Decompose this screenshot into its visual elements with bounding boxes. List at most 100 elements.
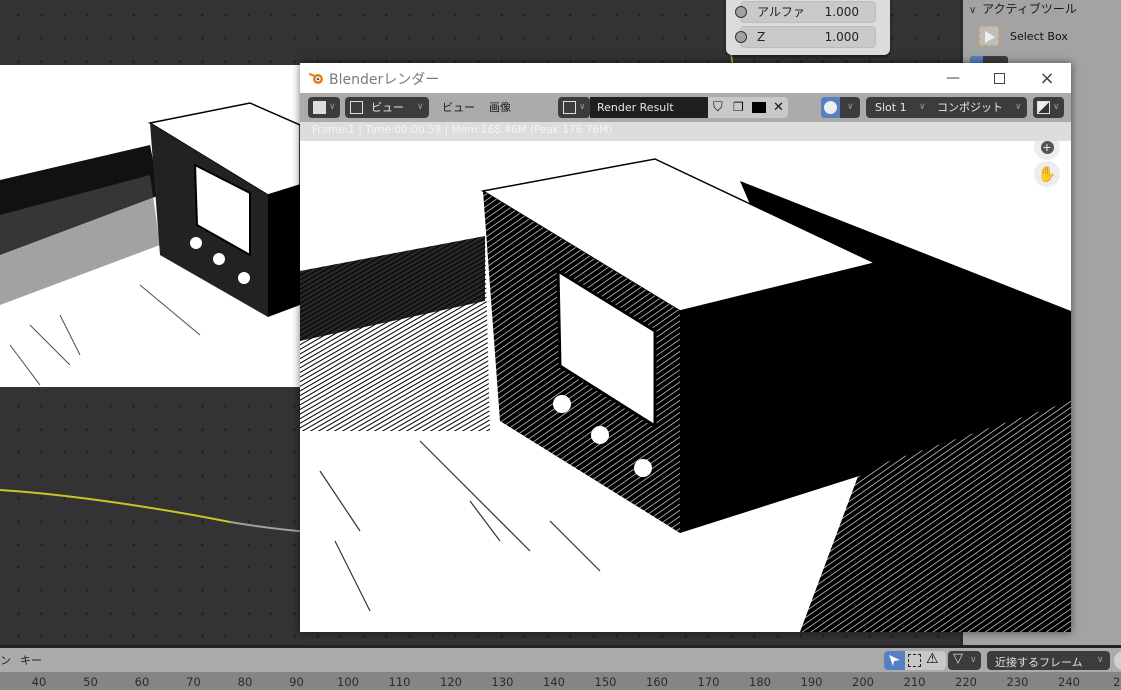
node-link bbox=[0, 489, 310, 533]
maximize-icon bbox=[993, 72, 1005, 84]
render-scene bbox=[300, 141, 1071, 632]
maximize-button[interactable] bbox=[976, 63, 1022, 93]
menu-key[interactable]: キー bbox=[20, 652, 42, 668]
view-mode-label: ビュー bbox=[371, 101, 404, 114]
timeline-tick-label: 240 bbox=[1058, 675, 1080, 689]
chevron-down-icon: ∨ bbox=[1053, 102, 1060, 112]
timeline-tick-label: 220 bbox=[955, 675, 977, 689]
filter-dropdown[interactable]: ▽ ∨ bbox=[948, 651, 981, 670]
z-field[interactable]: Z 1.000 bbox=[735, 26, 876, 48]
timeline-tick-label: 50 bbox=[83, 675, 98, 689]
select-box-icon bbox=[979, 26, 999, 46]
chevron-down-icon: ∨ bbox=[847, 102, 854, 112]
editor-type-button[interactable]: ∨ bbox=[308, 97, 340, 118]
filter-funnel-icon: ▽ bbox=[953, 651, 963, 666]
close-button[interactable]: × bbox=[1024, 63, 1070, 93]
timeline-tick-label: 120 bbox=[440, 675, 462, 689]
select-box-icon[interactable] bbox=[908, 654, 921, 667]
timeline-tick-label: 70 bbox=[186, 675, 201, 689]
chevron-down-icon: ∨ bbox=[1097, 655, 1104, 665]
view-mode-dropdown[interactable]: ビュー ∨ bbox=[345, 97, 429, 118]
alpha-label: アルファ bbox=[757, 5, 805, 19]
timeline-tick-label: 230 bbox=[1006, 675, 1029, 689]
render-slots-toggle[interactable]: ∨ bbox=[821, 97, 860, 118]
menu-image[interactable]: 画像 bbox=[489, 97, 511, 118]
close-icon: × bbox=[1039, 67, 1055, 89]
timeline-header: ン キー ⚠ ▽ ∨ 近接するフレーム ∨ bbox=[0, 648, 1121, 672]
unlink-x-icon[interactable]: ✕ bbox=[773, 97, 784, 118]
only-selected-toggle[interactable] bbox=[884, 651, 905, 670]
zoom-in-icon: + bbox=[1040, 141, 1054, 154]
alpha-socket[interactable] bbox=[735, 6, 747, 18]
window-title: Blenderレンダー bbox=[329, 72, 440, 88]
image-name-value: Render Result bbox=[597, 101, 674, 114]
render-info-bar: Frame:1 | Time:00:00.59 | Mem:168.46M (P… bbox=[300, 122, 1071, 141]
image-name-field[interactable]: Render Result bbox=[590, 97, 708, 118]
backdrop-scene bbox=[0, 65, 310, 387]
render-result-image[interactable]: + ✋ bbox=[300, 141, 1071, 632]
timeline-tick-label: 25 bbox=[1113, 675, 1121, 689]
keying-toggles: ⚠ bbox=[884, 651, 946, 670]
timeline-tick-label: 60 bbox=[134, 675, 150, 689]
snap-mode-value: 近接するフレーム bbox=[995, 656, 1083, 669]
alpha-value: 1.000 bbox=[824, 5, 859, 19]
timeline-tick-label: 150 bbox=[594, 675, 617, 689]
timeline-tick-label: 110 bbox=[388, 675, 411, 689]
image-editor-header: ∨ ビュー ∨ ビュー 画像 ∨ Render Result ⛉ ❐ ✕ ∨ S… bbox=[300, 93, 1071, 122]
new-image-icon[interactable]: ❐ bbox=[733, 97, 744, 118]
active-tool-header[interactable]: ∨ アクティブツール bbox=[969, 0, 1077, 17]
active-tool-title: アクティブツール bbox=[982, 2, 1077, 16]
playback-button-partial[interactable] bbox=[1114, 651, 1121, 670]
image-editor-icon bbox=[313, 101, 326, 114]
timeline-tick-label: 200 bbox=[852, 675, 874, 689]
timeline-tick-label: 210 bbox=[903, 675, 926, 689]
timeline-tick-label: 40 bbox=[31, 675, 47, 689]
cursor-arrow-icon bbox=[889, 655, 900, 666]
open-folder-icon[interactable] bbox=[752, 102, 766, 113]
slot-dropdown[interactable]: Slot 1 bbox=[875, 97, 907, 118]
select-box-tool[interactable]: Select Box bbox=[977, 26, 1117, 48]
timeline-ruler[interactable]: 40 50 60 70 80 90 100 110 120 130 140 150 160 170 180 1… bbox=[0, 672, 1121, 690]
image-icon bbox=[563, 101, 576, 114]
timeline-tick-label: 90 bbox=[289, 675, 304, 689]
timeline-tick-label: 180 bbox=[749, 675, 771, 689]
fake-user-shield-icon[interactable]: ⛉ bbox=[713, 97, 723, 118]
z-value: 1.000 bbox=[824, 30, 859, 44]
pan-view-button[interactable]: ✋ bbox=[1034, 161, 1060, 187]
timeline-tick-label: 190 bbox=[800, 675, 823, 689]
hand-icon: ✋ bbox=[1037, 165, 1057, 183]
minimize-button[interactable]: — bbox=[930, 63, 976, 93]
z-socket[interactable] bbox=[735, 31, 747, 43]
chevron-down-icon: ∨ bbox=[417, 102, 424, 112]
chevron-down-icon: ∨ bbox=[969, 5, 977, 16]
layer-dropdown[interactable]: コンポジット bbox=[937, 97, 1003, 118]
warning-icon[interactable]: ⚠ bbox=[926, 651, 939, 667]
timeline-tick-label: 130 bbox=[491, 675, 514, 689]
image-actions: ⛉ ❐ ✕ bbox=[708, 97, 788, 118]
chevron-down-icon: ∨ bbox=[970, 655, 977, 665]
blender-logo-icon bbox=[309, 73, 323, 84]
chevron-down-icon: ∨ bbox=[329, 102, 336, 112]
snap-mode-dropdown[interactable]: 近接するフレーム ∨ bbox=[987, 651, 1110, 670]
alpha-field[interactable]: アルファ 1.000 bbox=[735, 1, 876, 23]
color-alpha-icon bbox=[1037, 101, 1050, 114]
display-channels-dropdown[interactable]: ∨ bbox=[1033, 97, 1064, 118]
slot-layer-dropdowns: Slot 1 ∨ コンポジット ∨ bbox=[866, 97, 1027, 118]
backdrop-render-image bbox=[0, 65, 310, 387]
select-box-label: Select Box bbox=[1010, 30, 1068, 43]
image-icon bbox=[350, 101, 363, 114]
title-bar[interactable]: Blenderレンダー — × bbox=[300, 63, 1071, 93]
timeline-tick-label: 170 bbox=[697, 675, 720, 689]
browse-image-button[interactable]: ∨ bbox=[558, 97, 590, 118]
sphere-icon bbox=[824, 101, 837, 114]
z-label: Z bbox=[757, 30, 766, 44]
chevron-down-icon: ∨ bbox=[1015, 102, 1022, 112]
chevron-down-icon: ∨ bbox=[919, 102, 926, 112]
render-window: Blenderレンダー — × ∨ ビュー ∨ ビュー 画像 ∨ Render … bbox=[300, 63, 1071, 632]
menu-view[interactable]: ビュー bbox=[442, 97, 475, 118]
minimize-icon: — bbox=[946, 70, 960, 86]
timeline-tick-label: 140 bbox=[543, 675, 565, 689]
menu-marker-fragment[interactable]: ン bbox=[0, 652, 11, 668]
composite-node[interactable]: アルファ 1.000 Z 1.000 bbox=[726, 0, 890, 55]
chevron-down-icon: ∨ bbox=[579, 102, 586, 112]
